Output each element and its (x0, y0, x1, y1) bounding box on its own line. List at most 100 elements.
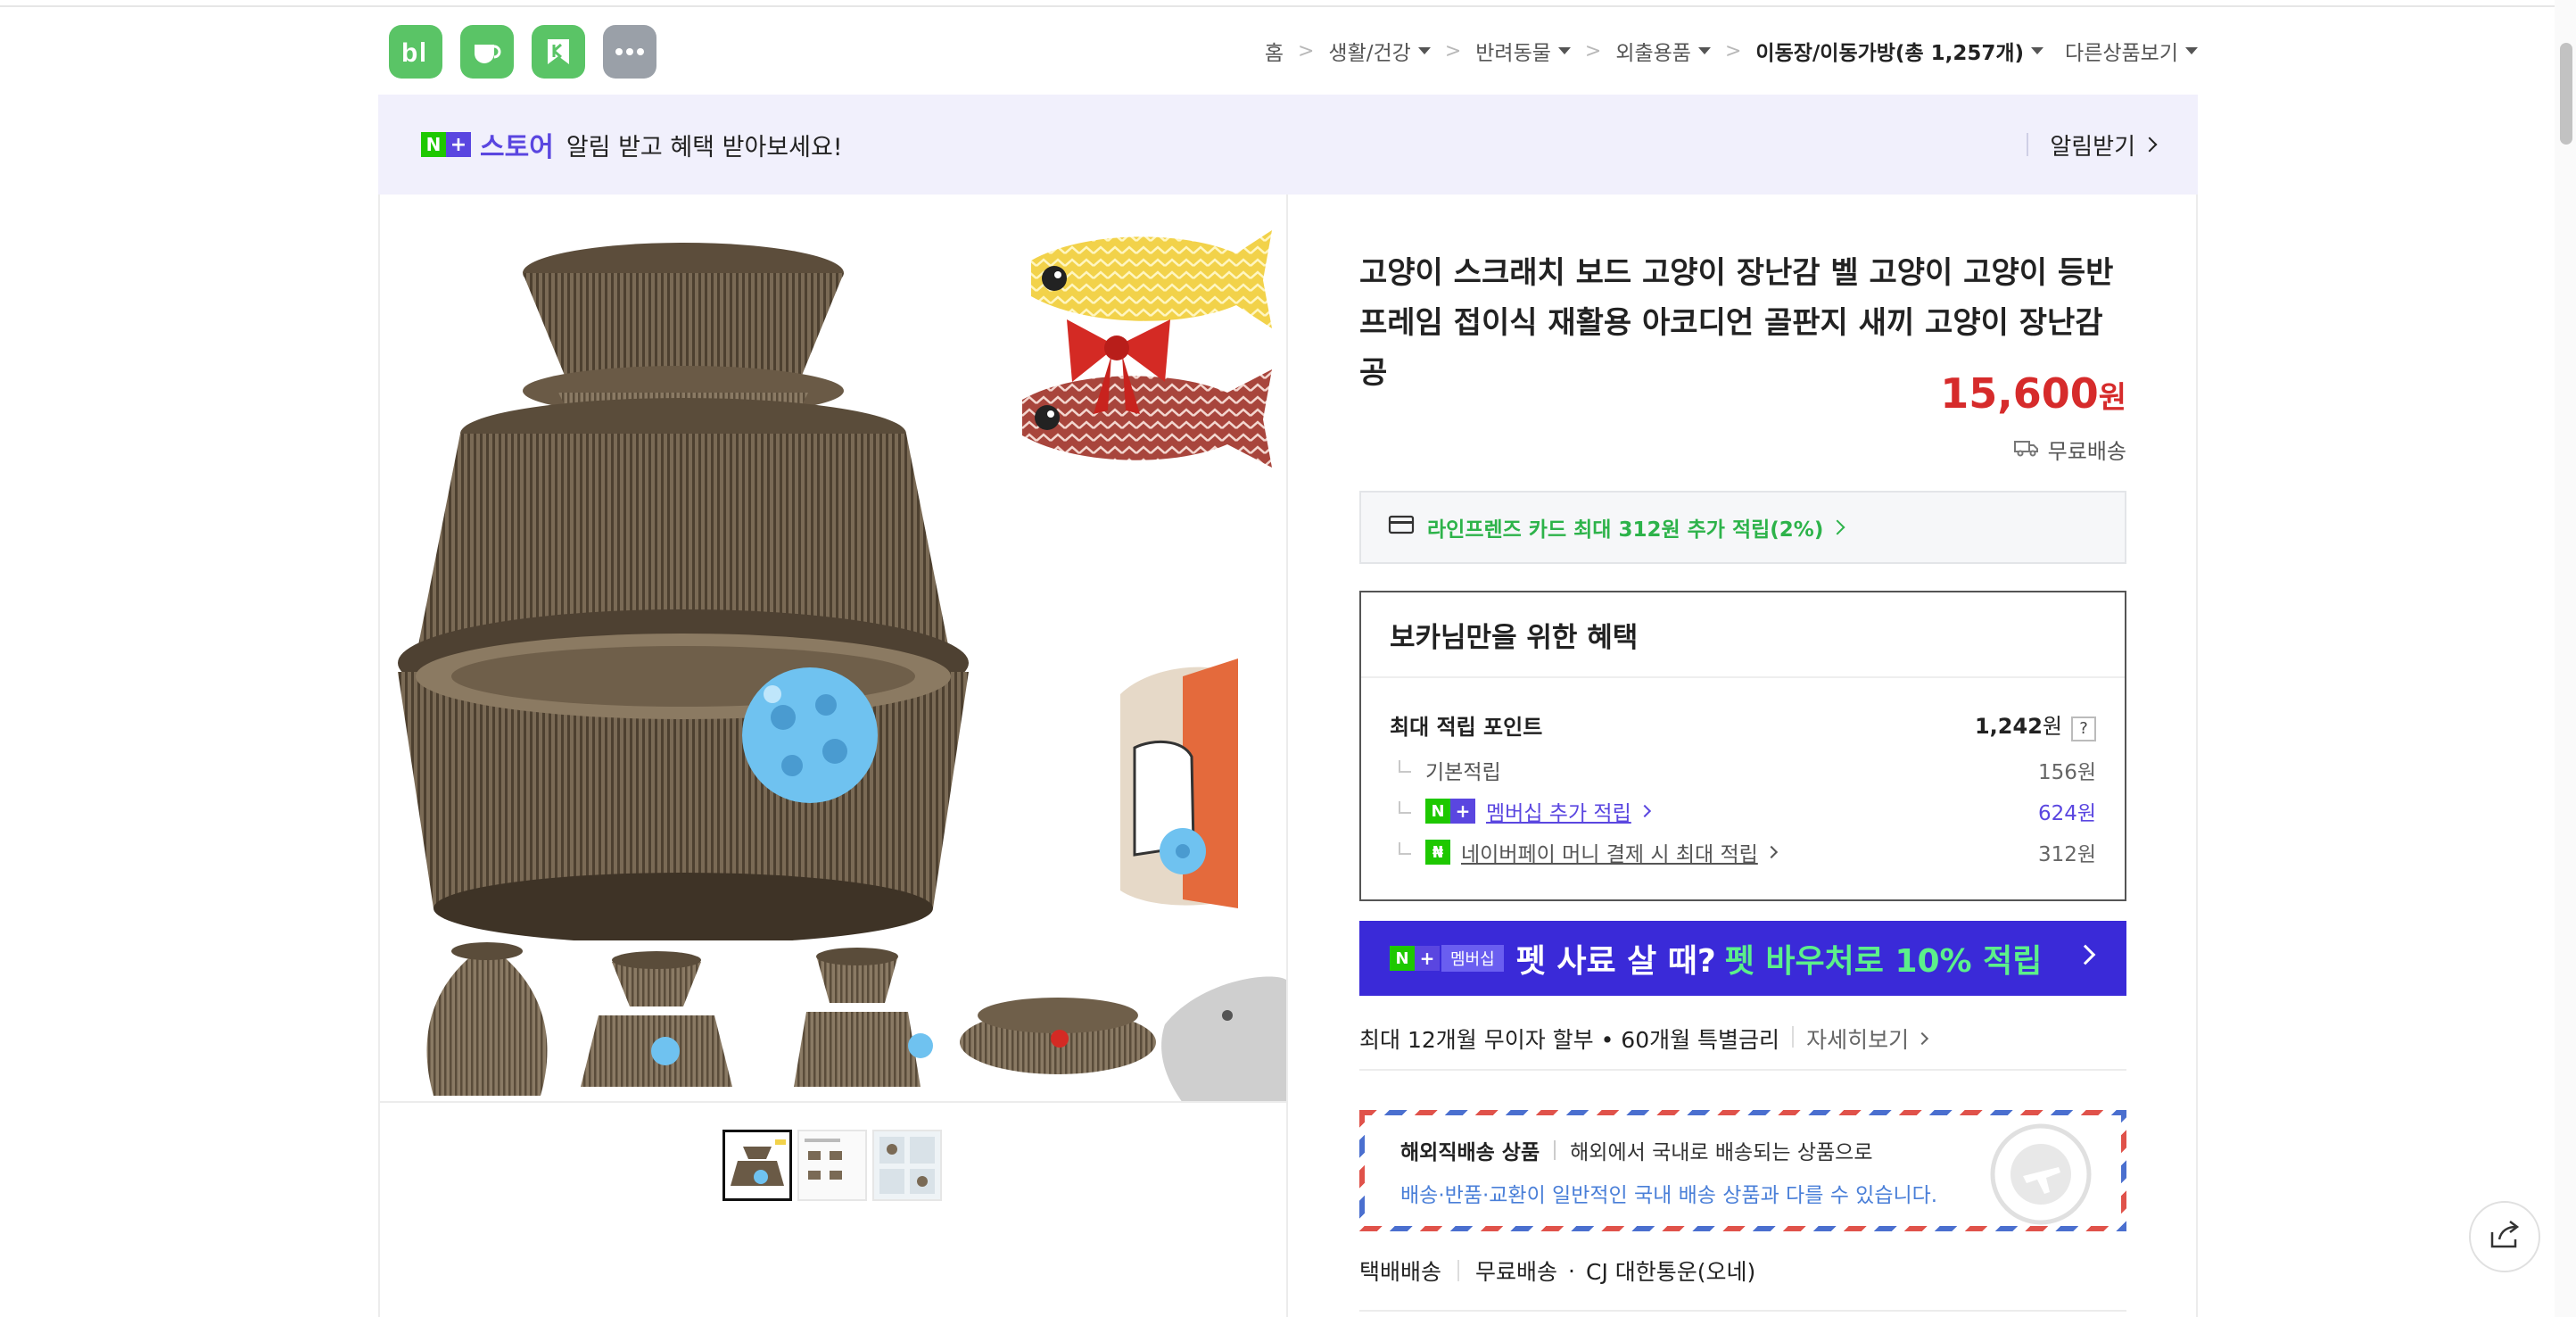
delivery-dot: · (1568, 1257, 1575, 1284)
chevron-right-icon (2075, 944, 2096, 965)
overseas-desc: 해외에서 국내로 배송되는 상품으로 (1570, 1141, 1873, 1164)
shipping-info: 무료배송 (2013, 434, 2126, 465)
share-icon (2489, 1220, 2521, 1254)
overseas-line-2: 배송·반품·교환이 일반적인 국내 배송 상품과 다를 수 있습니다. (1400, 1184, 1938, 1207)
price-value: 15,600 (1940, 369, 2099, 418)
card-offer-text: 라인프렌즈 카드 최대 312원 추가 적립(2%) (1427, 518, 1824, 542)
product-price: 15,600원 (1940, 369, 2126, 418)
installment-more-label: 자세히보기 (1806, 1027, 1910, 1053)
truck-icon (2013, 437, 2039, 462)
subscribe-alert-label: 알림받기 (2050, 133, 2135, 161)
naverpay-points-label-wrap[interactable]: ₦ 네이버페이 머니 결제 시 최대 적립 (1390, 837, 1778, 867)
svg-text:b: b (401, 38, 417, 68)
card-offer-link[interactable]: 라인프렌즈 카드 최대 312원 추가 적립(2%) (1359, 491, 2126, 564)
breadcrumb-home[interactable]: 홈 (1265, 36, 1284, 66)
share-button[interactable] (2469, 1201, 2540, 1272)
chevron-right-icon (1829, 519, 1845, 535)
subscribe-alert-button[interactable]: 알림받기 (2027, 95, 2158, 195)
installment-more-link[interactable]: 자세히보기 (1806, 1023, 1929, 1055)
tree-branch-icon (1399, 801, 1411, 814)
help-icon[interactable]: ? (2071, 716, 2096, 741)
chevron-right-icon (1916, 1031, 1929, 1046)
max-points-unit: 원 (2042, 714, 2062, 739)
thumbnail-list (722, 1130, 942, 1201)
product-image-column (380, 195, 1288, 1317)
app-shortcuts: b (389, 25, 656, 79)
basic-points-label: 기본적립 (1425, 761, 1501, 784)
installment-text: 최대 12개월 무이자 할부 • 60개월 특별금리 (1359, 1027, 1780, 1053)
scrollbar-thumb[interactable] (2560, 43, 2572, 145)
chevron-down-icon (1417, 47, 1431, 54)
max-points-value: 1,242 (1974, 714, 2043, 739)
membership-points-value: 624원 (2037, 802, 2096, 825)
thumbnail-1[interactable] (722, 1130, 792, 1201)
breadcrumb-level1[interactable]: 생활/건강 (1328, 36, 1431, 66)
plus-badge: + (1415, 946, 1440, 971)
shipping-label: 무료배송 (2047, 439, 2126, 464)
banner-text: 알림 받고 혜택 받아보세요! (566, 133, 843, 162)
other-products-label: 다른상품보기 (2065, 42, 2178, 65)
more-apps-icon[interactable] (603, 25, 656, 79)
product-main-image[interactable] (380, 195, 1286, 1103)
scrollbar-track[interactable] (2555, 0, 2576, 1317)
voucher-text: 펫 사료 살 때? (1515, 943, 1716, 980)
membership-points-link[interactable]: 멤버십 추가 적립 (1486, 796, 1631, 826)
installment-info: 최대 12개월 무이자 할부 • 60개월 특별금리 자세히보기 (1359, 1023, 2126, 1071)
membership-points-label-wrap[interactable]: N + 멤버십 추가 적립 (1390, 796, 1651, 826)
delivery-fee: 무료배송 (1475, 1259, 1558, 1285)
divider (1457, 1260, 1460, 1281)
breadcrumb-level3-label: 외출용품 (1615, 42, 1691, 65)
naverpay-points-value: 312원 (2037, 843, 2096, 866)
cafe-app-icon[interactable] (460, 25, 514, 79)
overseas-line-1: 해외직배송 상품 해외에서 국내로 배송되는 상품으로 (1400, 1135, 2085, 1165)
plus-badge: + (1450, 799, 1475, 824)
basic-points-label-wrap: 기본적립 (1390, 755, 1501, 785)
breadcrumb-level2[interactable]: 반려동물 (1475, 36, 1571, 66)
naver-n-badge: N (421, 132, 446, 157)
price-unit: 원 (2098, 380, 2126, 416)
naver-n-badge: N (1425, 799, 1450, 824)
voucher-highlight: 펫 바우처로 10% 적립 (1724, 943, 2043, 980)
membership-points-row: N + 멤버십 추가 적립 624원 (1390, 796, 2096, 826)
overseas-title: 해외직배송 상품 (1400, 1141, 1540, 1164)
breadcrumb-separator: > (1584, 39, 1602, 62)
chevron-right-icon (1638, 804, 1651, 818)
breadcrumb-current[interactable]: 이동장/이동가방(총 1,257개) (1755, 36, 2044, 66)
divider (1359, 1310, 2126, 1312)
naverpay-points-link[interactable]: 네이버페이 머니 결제 시 최대 적립 (1461, 837, 1758, 867)
naverpay-points-row: ₦ 네이버페이 머니 결제 시 최대 적립 312원 (1390, 837, 2096, 867)
breadcrumb-level1-label: 생활/건강 (1328, 42, 1411, 65)
blog-app-icon[interactable]: b (389, 25, 442, 79)
delivery-info: 택배배송 무료배송 · CJ 대한통운(오네) (1359, 1255, 1755, 1287)
max-points-label: 최대 적립 포인트 (1390, 714, 1543, 740)
airplane-stamp-icon (1987, 1121, 2094, 1226)
naver-n-badge: N (1390, 946, 1415, 971)
overseas-notice-body: 해외직배송 상품 해외에서 국내로 배송되는 상품으로 배송·반품·교환이 일반… (1365, 1115, 2121, 1226)
chevron-down-icon (2031, 47, 2044, 54)
benefit-box: 보카님만을 위한 혜택 최대 적립 포인트 1,242원? 기본적립 156원 … (1359, 591, 2126, 901)
credit-card-icon (1388, 514, 1415, 541)
store-label: 스토어 (480, 132, 554, 163)
chevron-right-icon (1764, 845, 1778, 859)
divider (2027, 133, 2029, 156)
divider (1554, 1140, 1556, 1160)
thumbnail-2[interactable] (797, 1130, 867, 1201)
breadcrumb-current-label: 이동장/이동가방(총 1,257개) (1755, 42, 2025, 65)
membership-tag: 멤버십 (1441, 945, 1504, 972)
breadcrumb-separator: > (1724, 39, 1742, 62)
delivery-type: 택배배송 (1359, 1259, 1442, 1285)
thumbnail-3[interactable] (872, 1130, 942, 1201)
bookmark-app-icon[interactable] (532, 25, 585, 79)
chevron-down-icon (1697, 47, 1711, 54)
pet-voucher-banner[interactable]: N + 멤버십 펫 사료 살 때? 펫 바우처로 10% 적립 (1359, 921, 2126, 996)
other-products-dropdown[interactable]: 다른상품보기 (2065, 36, 2198, 66)
delivery-carrier: CJ 대한통운(오네) (1585, 1259, 1756, 1285)
chevron-down-icon (2185, 47, 2198, 54)
max-points-row: 최대 적립 포인트 1,242원? (1390, 708, 2096, 741)
breadcrumb-level3[interactable]: 외출용품 (1615, 36, 1711, 66)
overseas-shipping-notice: 해외직배송 상품 해외에서 국내로 배송되는 상품으로 배송·반품·교환이 일반… (1359, 1110, 2126, 1231)
basic-points-value: 156원 (2037, 761, 2096, 784)
chevron-down-icon (1557, 47, 1571, 54)
breadcrumb-separator: > (1297, 39, 1315, 62)
store-notification-banner: N + 스토어 알림 받고 혜택 받아보세요! 알림받기 (378, 95, 2198, 195)
